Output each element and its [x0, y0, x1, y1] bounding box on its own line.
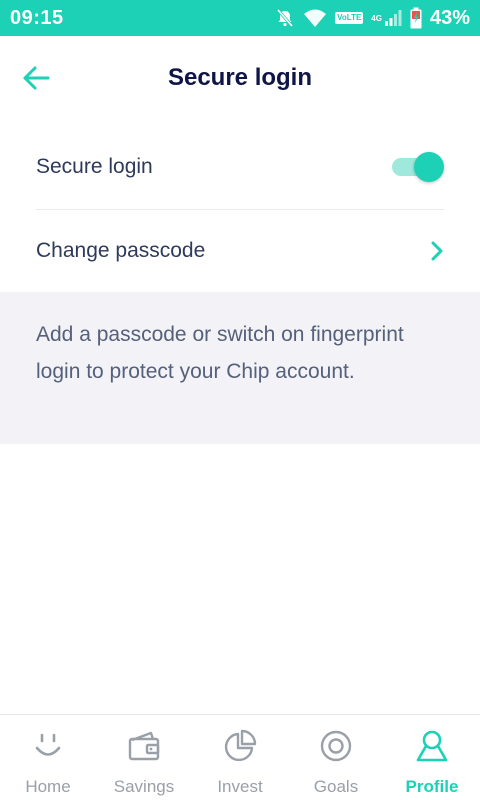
status-time: 09:15	[10, 6, 64, 29]
secure-login-label: Secure login	[36, 154, 153, 178]
nav-label: Home	[25, 777, 71, 796]
nav-item-goals[interactable]: Goals	[288, 715, 384, 800]
page-title: Secure login	[167, 64, 313, 91]
nav-label: Savings	[113, 777, 175, 796]
smile-icon	[35, 733, 61, 756]
wallet-icon	[128, 731, 160, 761]
battery-icon	[410, 7, 422, 29]
pie-chart-icon	[224, 729, 257, 762]
bottom-navigation: Home Savings Invest Goals Profile	[0, 714, 480, 800]
status-icons: VoLTE 4G 43%	[275, 7, 470, 30]
nav-item-invest[interactable]: Invest	[192, 715, 288, 800]
back-button[interactable]	[22, 64, 50, 92]
wifi-icon	[303, 8, 327, 28]
nav-label: Profile	[405, 777, 459, 796]
battery-percentage: 43%	[429, 6, 470, 29]
secure-login-toggle[interactable]	[392, 151, 444, 182]
info-panel: Add a passcode or switch on fingerprint …	[0, 292, 480, 444]
target-icon	[320, 730, 352, 762]
status-bar: 09:15 VoLTE 4G 43%	[0, 0, 480, 36]
arrow-left-icon	[23, 66, 50, 90]
network-type: 4G	[371, 13, 382, 23]
signal-icon	[384, 9, 402, 27]
toggle-knob	[414, 151, 444, 182]
app-header: Secure login	[0, 36, 480, 120]
chevron-right-icon	[431, 241, 443, 261]
bell-off-icon	[275, 8, 295, 28]
change-passcode-row[interactable]: Change passcode	[36, 210, 444, 292]
nav-item-profile[interactable]: Profile	[384, 715, 480, 800]
user-icon	[416, 730, 448, 762]
change-passcode-label: Change passcode	[36, 239, 206, 262]
nav-label: Goals	[313, 777, 359, 796]
nav-label: Invest	[217, 777, 263, 796]
info-text: Add a passcode or switch on fingerprint …	[36, 323, 404, 383]
nav-item-home[interactable]: Home	[0, 715, 96, 800]
nav-item-savings[interactable]: Savings	[96, 715, 192, 800]
volte-badge: VoLTE	[335, 12, 364, 24]
secure-login-row: Secure login	[36, 124, 444, 210]
